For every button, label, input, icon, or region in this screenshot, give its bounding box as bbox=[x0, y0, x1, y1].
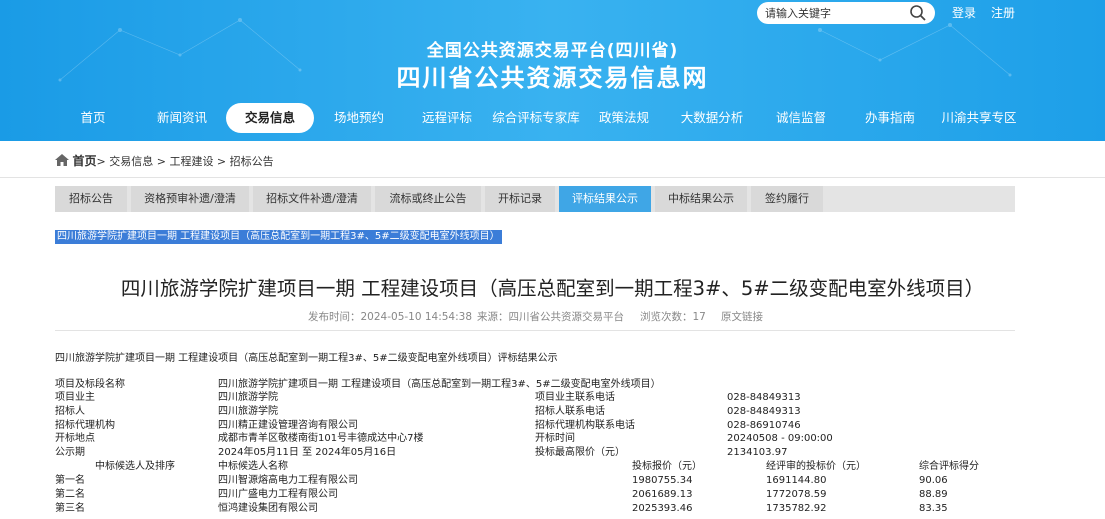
candidate-rank-header: 中标候选人及排序 bbox=[95, 461, 175, 472]
publicity-period-label: 公示期 bbox=[55, 447, 85, 458]
site-title: 四川省公共资源交易信息网 bbox=[396, 64, 709, 92]
register-link[interactable]: 注册 bbox=[991, 4, 1015, 21]
candidate-rank: 第一名 bbox=[55, 475, 85, 486]
tenderer-value: 四川旅游学院 bbox=[218, 406, 278, 417]
candidate-eval: 1691144.80 bbox=[766, 475, 827, 486]
search-icon[interactable] bbox=[909, 4, 927, 22]
bid-price-header: 投标报价（元） bbox=[632, 461, 702, 472]
nav-item-big-data[interactable]: 大数据分析 bbox=[676, 103, 748, 133]
owner-phone-value: 028-84849313 bbox=[727, 392, 801, 403]
candidate-score: 88.89 bbox=[919, 489, 948, 500]
agency-phone-value: 028-86910746 bbox=[727, 420, 801, 431]
nav-item-credit-supervision[interactable]: 诚信监督 bbox=[770, 103, 832, 133]
opening-time-value: 20240508 - 09:00:00 bbox=[727, 433, 833, 444]
agency-phone-label: 招标代理机构联系电话 bbox=[535, 420, 635, 431]
nav-item-policy[interactable]: 政策法规 bbox=[595, 103, 653, 133]
candidate-score: 83.35 bbox=[919, 503, 948, 514]
nav-item-venue-booking[interactable]: 场地预约 bbox=[327, 103, 391, 133]
tab-contract-performance[interactable]: 签约履行 bbox=[751, 186, 823, 212]
publicity-period-value: 2024年05月11日 至 2024年05月16日 bbox=[218, 447, 397, 458]
candidate-bid: 2025393.46 bbox=[632, 503, 693, 514]
opening-place-value: 成都市青羊区敬楼南街101号丰德成达中心7楼 bbox=[218, 433, 424, 444]
owner-value: 四川旅游学院 bbox=[218, 392, 278, 403]
tab-evaluation-result[interactable]: 评标结果公示 bbox=[559, 186, 651, 212]
max-price-value: 2134103.97 bbox=[727, 447, 788, 458]
tab-bid-opening-record[interactable]: 开标记录 bbox=[485, 186, 555, 212]
tab-award-result[interactable]: 中标结果公示 bbox=[655, 186, 747, 212]
candidate-rank: 第三名 bbox=[55, 503, 85, 514]
project-name-label: 项目及标段名称 bbox=[55, 379, 125, 390]
home-icon bbox=[55, 154, 69, 166]
article-source: 来源：四川省公共资源交易平台 bbox=[477, 311, 624, 323]
candidate-eval: 1735782.92 bbox=[766, 503, 827, 514]
agency-label: 招标代理机构 bbox=[55, 420, 115, 431]
search-box bbox=[757, 2, 935, 24]
candidate-bid: 2061689.13 bbox=[632, 489, 693, 500]
article-divider bbox=[55, 330, 1015, 331]
breadcrumb: 首页> 交易信息 > 工程建设 > 招标公告 bbox=[55, 152, 274, 168]
nav-item-service-guide[interactable]: 办事指南 bbox=[858, 103, 922, 133]
opening-time-label: 开标时间 bbox=[535, 433, 575, 444]
candidate-name: 四川智源熔高电力工程有限公司 bbox=[218, 475, 358, 486]
project-name-value: 四川旅游学院扩建项目一期 工程建设项目（高压总配室到一期工程3#、5#二级变配电… bbox=[218, 379, 661, 390]
publish-time: 发布时间：2024-05-10 14:54:38 bbox=[308, 311, 473, 323]
main-nav: 首页 新闻资讯 交易信息 场地预约 远程评标 综合评标专家库 政策法规 大数据分… bbox=[0, 103, 1105, 135]
candidate-name: 恒鸿建设集团有限公司 bbox=[218, 503, 318, 514]
candidate-eval: 1772078.59 bbox=[766, 489, 827, 500]
candidate-bid: 1980755.34 bbox=[632, 475, 693, 486]
owner-phone-label: 项目业主联系电话 bbox=[535, 392, 615, 403]
candidate-name: 四川广盛电力工程有限公司 bbox=[218, 489, 338, 500]
owner-label: 项目业主 bbox=[55, 392, 95, 403]
nav-item-news[interactable]: 新闻资讯 bbox=[150, 103, 214, 133]
tenderer-phone-value: 028-84849313 bbox=[727, 406, 801, 417]
tenderer-phone-label: 招标人联系电话 bbox=[535, 406, 605, 417]
opening-place-label: 开标地点 bbox=[55, 433, 95, 444]
divider bbox=[0, 177, 1105, 178]
document-heading: 四川旅游学院扩建项目一期 工程建设项目（高压总配室到一期工程3#、5#二级变配电… bbox=[55, 353, 558, 364]
breadcrumb-path[interactable]: > 交易信息 > 工程建设 > 招标公告 bbox=[97, 155, 274, 168]
nav-item-chengyu-zone[interactable]: 川渝共享专区 bbox=[938, 103, 1020, 133]
candidate-name-header: 中标候选人名称 bbox=[218, 461, 288, 472]
tab-bid-notice[interactable]: 招标公告 bbox=[55, 186, 127, 212]
tab-bid-doc-addendum[interactable]: 招标文件补遗/澄清 bbox=[253, 186, 371, 212]
evaluated-price-header: 经评审的投标价（元） bbox=[766, 461, 866, 472]
article-title: 四川旅游学院扩建项目一期 工程建设项目（高压总配室到一期工程3#、5#二级变配电… bbox=[120, 277, 985, 300]
candidate-score: 90.06 bbox=[919, 475, 948, 486]
nav-item-trade-info[interactable]: 交易信息 bbox=[226, 103, 314, 133]
sub-tabs: 招标公告 资格预审补遗/澄清 招标文件补遗/澄清 流标或终止公告 开标记录 评标… bbox=[55, 186, 1015, 212]
site-header: 登录 注册 全国公共资源交易平台(四川省) 四川省公共资源交易信息网 首页 新闻… bbox=[0, 0, 1105, 141]
candidate-rank: 第二名 bbox=[55, 489, 85, 500]
nav-item-remote-evaluation[interactable]: 远程评标 bbox=[415, 103, 479, 133]
nav-item-expert-pool[interactable]: 综合评标专家库 bbox=[490, 103, 582, 133]
search-input[interactable] bbox=[765, 5, 905, 21]
agency-value: 四川精正建设管理咨询有限公司 bbox=[218, 420, 358, 431]
tenderer-label: 招标人 bbox=[55, 406, 85, 417]
selected-text-highlight: 四川旅游学院扩建项目一期 工程建设项目（高压总配室到一期工程3#、5#二级变配电… bbox=[55, 230, 502, 244]
view-count: 浏览次数：17 bbox=[640, 311, 706, 323]
nav-item-home[interactable]: 首页 bbox=[68, 103, 118, 133]
login-link[interactable]: 登录 bbox=[952, 4, 976, 21]
tab-prequal-addendum[interactable]: 资格预审补遗/澄清 bbox=[131, 186, 249, 212]
breadcrumb-home[interactable]: 首页 bbox=[73, 154, 97, 168]
max-price-label: 投标最高限价（元） bbox=[535, 447, 625, 458]
tab-failed-bid-notice[interactable]: 流标或终止公告 bbox=[375, 186, 481, 212]
score-header: 综合评标得分 bbox=[919, 461, 979, 472]
origin-link[interactable]: 原文链接 bbox=[721, 309, 763, 324]
